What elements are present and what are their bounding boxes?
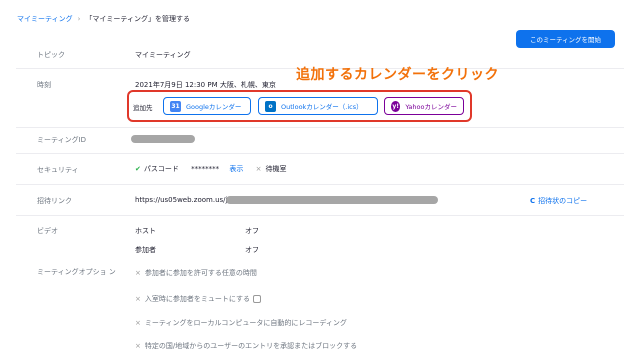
divider	[16, 184, 624, 185]
x-icon: ×	[135, 319, 141, 327]
topic-value: マイミーティング	[135, 51, 191, 59]
invite-url: https://us05web.zoom.us/j/	[135, 196, 230, 204]
security-label: セキュリティ	[37, 166, 79, 174]
video-participant-label: 参加者	[135, 246, 156, 254]
divider	[16, 127, 624, 128]
outlook-calendar-button[interactable]: o Outlookカレンダー（.ics）	[258, 97, 378, 115]
yahoo-calendar-button[interactable]: y! Yahooカレンダー	[384, 97, 464, 115]
outlook-calendar-label: Outlookカレンダー（.ics）	[281, 103, 363, 111]
option-item: × 入室時に参加者をミュートにする	[135, 294, 261, 304]
passcode-label: パスコード	[143, 165, 179, 173]
yahoo-calendar-label: Yahooカレンダー	[405, 103, 457, 111]
meeting-id-redacted	[131, 135, 195, 143]
start-meeting-button[interactable]: このミーティングを開始	[516, 30, 615, 48]
x-icon: ×	[135, 295, 141, 303]
meeting-options-label: ミーティングオプショ ン	[37, 268, 116, 276]
copy-invitation-label: 招待状のコピー	[538, 197, 588, 205]
google-calendar-label: Googleカレンダー	[186, 103, 242, 111]
invite-url-redacted	[226, 196, 438, 204]
invite-link-label: 招待リンク	[37, 197, 72, 205]
time-value: 2021年7月9日 12:30 PM 大阪、札幌、東京	[135, 81, 276, 89]
video-label: ビデオ	[37, 227, 58, 235]
add-to-label: 追加先	[133, 104, 153, 112]
copy-icon: C	[530, 197, 536, 205]
passcode-mask: ********	[191, 165, 220, 173]
yahoo-icon: y!	[391, 100, 401, 112]
google-calendar-icon: 31	[170, 100, 181, 112]
meeting-id-label: ミーティングID	[37, 136, 87, 144]
copy-invitation-link[interactable]: C 招待状のコピー	[530, 196, 587, 206]
breadcrumb-separator: ›	[77, 15, 81, 23]
breadcrumb-parent-link[interactable]: マイミーティング	[17, 15, 73, 23]
option-item: × 参加者に参加を許可する任意の時間	[135, 269, 257, 277]
video-host-label: ホスト	[135, 227, 156, 235]
annotation-text: 追加するカレンダーをクリック	[296, 67, 499, 83]
option-item: × ミーティングをローカルコンピュータに自動的にレコーディング	[135, 319, 347, 327]
breadcrumb: マイミーティング › 「マイミーティング」を管理する	[17, 14, 190, 24]
video-participant-value: オフ	[245, 246, 259, 254]
google-calendar-button[interactable]: 31 Googleカレンダー	[163, 97, 251, 115]
x-icon: ×	[135, 269, 141, 277]
lock-icon	[252, 295, 261, 303]
show-passcode-link[interactable]: 表示	[229, 165, 243, 173]
x-icon: ×	[135, 342, 141, 350]
divider	[16, 215, 624, 216]
security-value: ✔ パスコード ******** 表示 × 待機室	[135, 164, 286, 174]
waiting-room-label: 待機室	[265, 165, 287, 173]
video-host-value: オフ	[245, 227, 259, 235]
waiting-room-x-icon: ×	[255, 165, 262, 173]
breadcrumb-current: 「マイミーティング」を管理する	[85, 15, 190, 23]
divider	[16, 153, 624, 154]
check-icon: ✔	[135, 165, 141, 173]
topic-label: トピック	[37, 51, 65, 59]
time-label: 時刻	[37, 81, 51, 89]
outlook-icon: o	[265, 100, 276, 112]
option-item: × 特定の国/地域からのユーザーのエントリを承認またはブロックする	[135, 342, 358, 350]
